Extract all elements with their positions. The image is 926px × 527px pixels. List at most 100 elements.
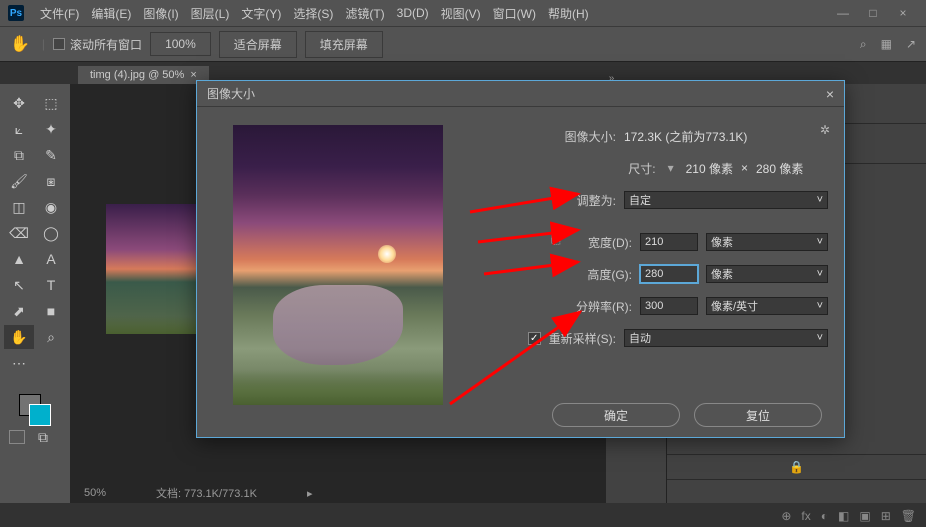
eyedropper-tool[interactable]: ✎ xyxy=(36,143,66,167)
tools-panel: ✥ ⬚ ⟀ ✦ ⧉ ✎ 🖌 ⧆ ◫ ◉ ⌫ ◯ ▲ A ↖ T ⬈ ■ ✋ ⌕ … xyxy=(0,84,70,503)
minimize-button[interactable]: — xyxy=(836,6,850,20)
fx-icon[interactable]: fx xyxy=(801,509,810,523)
zoom-tool[interactable]: ⌕ xyxy=(36,325,66,349)
menu-3d[interactable]: 3D(D) xyxy=(391,6,435,20)
menu-edit[interactable]: 编辑(E) xyxy=(85,5,137,22)
height-label: 高度(G): xyxy=(587,266,632,283)
tab-label: timg (4).jpg @ 50% xyxy=(90,69,184,81)
adjust-select[interactable]: 自定 ˅ xyxy=(624,191,828,209)
maximize-button[interactable]: □ xyxy=(866,6,880,20)
height-unit: 像素 xyxy=(711,266,733,282)
menu-view[interactable]: 视图(V) xyxy=(435,5,487,22)
checkbox-icon xyxy=(53,38,65,50)
dim-sep: × xyxy=(741,161,748,175)
height-input[interactable] xyxy=(640,265,698,283)
adjustment-icon[interactable]: ◧ xyxy=(838,509,849,523)
resolution-unit: 像素/英寸 xyxy=(711,298,758,314)
resample-value: 自动 xyxy=(629,330,651,346)
menu-select[interactable]: 选择(S) xyxy=(287,5,339,22)
status-chevron-icon[interactable]: ▸ xyxy=(307,487,313,500)
more-tools[interactable]: ⋯ xyxy=(4,351,34,375)
lock-icon[interactable]: 🔒 xyxy=(789,460,804,474)
dodge-tool[interactable]: ◯ xyxy=(36,221,66,245)
hand-tool[interactable]: ✋ xyxy=(4,325,34,349)
brush-tool[interactable]: 🖌 xyxy=(4,169,34,193)
gear-icon[interactable]: ✲ xyxy=(820,123,830,137)
lasso-tool[interactable]: ⟀ xyxy=(4,117,34,141)
menu-image[interactable]: 图像(I) xyxy=(137,5,184,22)
fill-screen-button[interactable]: 填充屏幕 xyxy=(305,31,383,58)
dim-width: 210 像素 xyxy=(686,160,733,177)
menubar: Ps 文件(F) 编辑(E) 图像(I) 图层(L) 文字(Y) 选择(S) 滤… xyxy=(0,0,926,26)
options-right: ⌕ ▦ ↗ xyxy=(860,37,916,52)
gradient-tool[interactable]: ◫ xyxy=(4,195,34,219)
crop-tool[interactable]: ⧉ xyxy=(4,143,34,167)
chevron-down-icon[interactable]: ▾ xyxy=(668,161,674,175)
adjust-value: 自定 xyxy=(629,192,651,208)
color-swatches[interactable] xyxy=(3,384,67,424)
width-unit-select[interactable]: 像素 ˅ xyxy=(706,233,828,251)
screen-mode-toggle[interactable]: ⧉ xyxy=(28,425,58,449)
dim-height: 280 像素 xyxy=(756,160,828,177)
path-tool[interactable]: ↖ xyxy=(4,273,34,297)
direct-selection-tool[interactable]: ⬈ xyxy=(4,299,34,323)
menu-type[interactable]: 文字(Y) xyxy=(235,5,287,22)
blur-tool[interactable]: ◉ xyxy=(36,195,66,219)
quick-mask-toggle[interactable] xyxy=(9,430,25,444)
resample-select[interactable]: 自动 ˅ xyxy=(624,329,828,347)
resolution-input[interactable] xyxy=(640,297,698,315)
horizontal-type-tool[interactable]: A xyxy=(36,247,66,271)
reset-button[interactable]: 复位 xyxy=(694,403,822,427)
ok-button[interactable]: 确定 xyxy=(552,403,680,427)
menu-filter[interactable]: 滤镜(T) xyxy=(339,5,390,22)
scroll-all-checkbox[interactable]: 滚动所有窗口 xyxy=(53,36,142,53)
layers-footer: ⊕ fx ◐ ◧ ▣ ⊞ 🗑 xyxy=(781,509,916,523)
width-unit: 像素 xyxy=(711,234,733,250)
document-tab[interactable]: timg (4).jpg @ 50% × xyxy=(78,66,209,84)
resample-checkbox[interactable]: ✓ xyxy=(528,332,541,345)
resolution-row: 分辨率(R): 像素/英寸 ˅ xyxy=(471,295,828,317)
resolution-unit-select[interactable]: 像素/英寸 ˅ xyxy=(706,297,828,315)
doc-info: 文档: 773.1K/773.1K xyxy=(156,485,257,501)
marquee-tool[interactable]: ⬚ xyxy=(36,91,66,115)
menu-file[interactable]: 文件(F) xyxy=(34,5,85,22)
fit-screen-button[interactable]: 适合屏幕 xyxy=(219,31,297,58)
trash-icon[interactable]: 🗑 xyxy=(901,509,916,523)
height-unit-select[interactable]: 像素 ˅ xyxy=(706,265,828,283)
move-tool[interactable]: ✥ xyxy=(4,91,34,115)
width-label: 宽度(D): xyxy=(588,234,632,251)
dimensions-row: 尺寸: ▾ 210 像素 × 280 像素 xyxy=(471,157,828,179)
canvas-image xyxy=(106,204,206,334)
close-button[interactable]: × xyxy=(896,6,910,20)
pen-tool[interactable]: ▲ xyxy=(4,247,34,271)
dialog-titlebar[interactable]: 图像大小 × xyxy=(197,81,844,107)
type-tool[interactable]: T xyxy=(36,273,66,297)
grid-icon[interactable]: ▦ xyxy=(881,37,892,52)
group-icon[interactable]: ▣ xyxy=(859,509,870,523)
shape-tool[interactable]: ■ xyxy=(36,299,66,323)
height-row: 高度(G): 像素 ˅ xyxy=(471,263,828,285)
link-layers-icon[interactable]: ⊕ xyxy=(781,509,791,523)
dimensions-label: 尺寸: xyxy=(628,160,655,177)
foreground-color-swatch[interactable] xyxy=(29,404,51,426)
adjust-row: 调整为: 自定 ˅ xyxy=(471,189,828,211)
mask-icon[interactable]: ◐ xyxy=(821,509,828,523)
menu-window[interactable]: 窗口(W) xyxy=(487,5,542,22)
width-input[interactable] xyxy=(640,233,698,251)
layer-lock-row: 🔒 xyxy=(667,454,926,480)
menu-help[interactable]: 帮助(H) xyxy=(542,5,595,22)
dialog-body: 图像大小: 172.3K (之前为773.1K) ✲ 尺寸: ▾ 210 像素 … xyxy=(197,107,844,397)
dialog-close-button[interactable]: × xyxy=(826,86,834,102)
new-layer-icon[interactable]: ⊞ xyxy=(881,509,891,523)
clone-stamp-tool[interactable]: ⧆ xyxy=(36,169,66,193)
eraser-tool[interactable]: ⌫ xyxy=(4,221,34,245)
zoom-button[interactable]: 100% xyxy=(150,32,211,56)
window-controls: — □ × xyxy=(836,6,918,20)
search-icon[interactable]: ⌕ xyxy=(860,37,867,52)
image-size-row: 图像大小: 172.3K (之前为773.1K) ✲ xyxy=(471,125,828,147)
magic-wand-tool[interactable]: ✦ xyxy=(36,117,66,141)
link-icon[interactable]: ⎘ xyxy=(551,233,561,248)
zoom-level[interactable]: 50% xyxy=(84,487,106,499)
menu-layer[interactable]: 图层(L) xyxy=(185,5,236,22)
share-icon[interactable]: ↗ xyxy=(906,37,916,52)
